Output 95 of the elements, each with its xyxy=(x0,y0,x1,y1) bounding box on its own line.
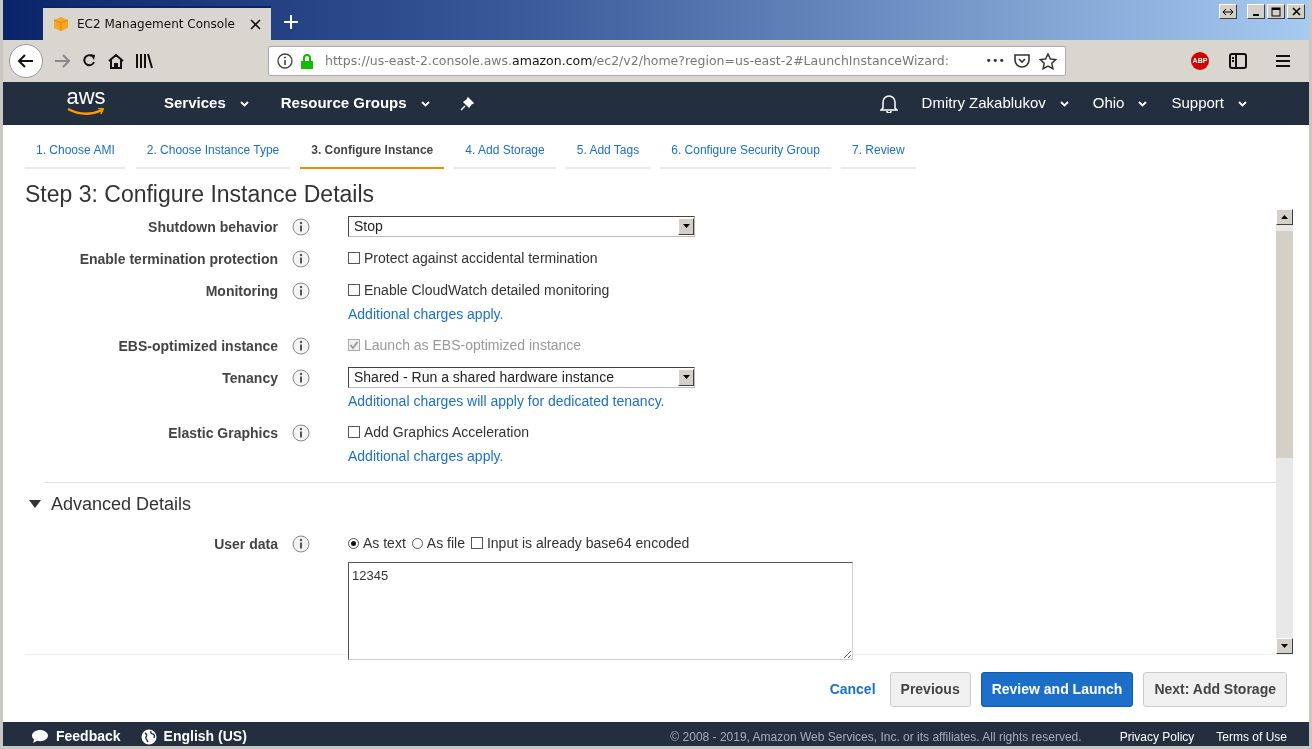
checkbox-label: Enable CloudWatch detailed monitoring xyxy=(364,280,610,300)
field-label: Monitoring xyxy=(204,281,278,301)
caret-icon xyxy=(1059,100,1069,107)
checkbox-label: Launch as EBS-optimized instance xyxy=(364,335,582,355)
field-label: User data xyxy=(213,534,278,554)
more-actions-button[interactable]: ••• xyxy=(985,52,1005,70)
info-icon[interactable] xyxy=(292,336,310,355)
speech-bubble-icon xyxy=(31,729,49,745)
pin-icon[interactable] xyxy=(459,96,474,111)
option-label: Input is already base64 encoded xyxy=(486,533,690,553)
link[interactable]: Additional charges apply. xyxy=(348,303,504,325)
menu-icon[interactable] xyxy=(1275,54,1291,68)
aws-logo[interactable]: aws xyxy=(63,91,109,116)
wizard-tab[interactable]: 4. Add Storage xyxy=(454,135,556,169)
field-label: Shutdown behavior xyxy=(147,217,278,237)
caret-icon xyxy=(1138,100,1148,107)
wizard-tab[interactable]: 2. Choose Instance Type xyxy=(135,135,291,169)
checkbox[interactable] xyxy=(348,252,360,265)
link[interactable]: Additional charges will apply for dedicated tenancy. xyxy=(348,390,665,412)
nav-menu[interactable]: Ohio xyxy=(1092,92,1148,115)
close-icon xyxy=(1291,7,1301,16)
url-text: https://us-east-2.console.aws.amazon.com/ec2/v2/home?region=us-east-2#LaunchInstanceWizard: xyxy=(325,51,950,70)
minimize-button[interactable] xyxy=(1247,4,1265,19)
secondary-button[interactable]: Next: Add Storage xyxy=(1143,672,1287,708)
secondary-button[interactable]: Previous xyxy=(889,672,971,708)
pocket-icon[interactable] xyxy=(1013,53,1031,69)
cancel-link[interactable]: Cancel xyxy=(829,679,876,701)
info-icon[interactable] xyxy=(277,53,293,69)
link[interactable]: Additional charges apply. xyxy=(348,445,504,467)
page-heading: Step 3: Configure Instance Details xyxy=(25,181,376,209)
wizard-tab[interactable]: 3. Configure Instance xyxy=(300,135,445,169)
info-icon[interactable] xyxy=(292,534,310,553)
nav-menu[interactable]: Services xyxy=(164,92,249,115)
resize-button[interactable] xyxy=(1219,4,1237,19)
minimize-icon xyxy=(1253,13,1259,16)
language-selector[interactable]: English (US) xyxy=(140,726,247,746)
radio-dot-icon xyxy=(351,540,356,546)
feedback-button[interactable]: Feedback xyxy=(31,726,121,746)
double-arrow-icon xyxy=(1222,7,1234,16)
arrow-down-icon xyxy=(1281,643,1288,648)
caret-icon xyxy=(239,100,249,107)
back-button[interactable] xyxy=(9,44,43,78)
close-tab-icon[interactable] xyxy=(250,18,261,30)
reload-icon[interactable] xyxy=(81,53,97,69)
arrow-left-icon xyxy=(17,53,35,69)
scrollbar[interactable] xyxy=(1276,208,1293,654)
address-bar[interactable]: https://us-east-2.console.aws.amazon.com/ec2/v2/home?region=us-east-2#LaunchInstanceWizard: ••• xyxy=(268,46,1066,76)
option-label: As file xyxy=(426,533,465,553)
new-tab-icon[interactable] xyxy=(283,14,299,30)
sidebar-icon[interactable] xyxy=(1229,53,1247,69)
copyright-text: © 2008 - 2019, Amazon Web Services, Inc. or its affiliates. All rights reserved. xyxy=(670,728,1082,746)
primary-button[interactable]: Review and Launch xyxy=(980,672,1134,708)
nav-menu[interactable]: Resource Groups xyxy=(280,92,430,115)
caret-icon xyxy=(420,100,430,107)
caret-icon xyxy=(682,224,690,229)
info-icon[interactable] xyxy=(292,249,310,268)
footer-link[interactable]: Privacy Policy xyxy=(1119,727,1195,746)
caret-icon xyxy=(1238,100,1247,107)
arrow-up-icon xyxy=(1281,214,1288,219)
field-label: Elastic Graphics xyxy=(167,423,278,443)
wizard-tab[interactable]: 7. Review xyxy=(840,135,916,169)
footer-link[interactable]: Terms of Use xyxy=(1216,727,1287,746)
checkbox[interactable] xyxy=(470,537,483,550)
lock-icon xyxy=(301,53,313,69)
checkbox[interactable] xyxy=(348,284,360,297)
collapse-toggle-icon[interactable] xyxy=(29,500,41,509)
bell-icon[interactable] xyxy=(879,94,898,113)
info-icon[interactable] xyxy=(292,217,310,236)
checkbox-label: Protect against accidental termination xyxy=(364,248,598,268)
option-label: As text xyxy=(363,533,406,553)
nav-menu[interactable]: Support xyxy=(1171,92,1247,115)
checkbox[interactable] xyxy=(348,426,360,439)
section-title[interactable]: Advanced Details xyxy=(51,490,192,518)
info-icon[interactable] xyxy=(292,281,310,300)
dropdown[interactable]: Shared - Run a shared hardware instance xyxy=(348,366,695,388)
maximize-button[interactable] xyxy=(1267,4,1285,19)
field-label: Enable termination protection xyxy=(78,249,278,269)
nav-menu[interactable]: Dmitry Zakablukov xyxy=(921,92,1069,115)
close-button[interactable] xyxy=(1287,4,1305,19)
text-area[interactable]: 12345 xyxy=(348,561,853,660)
dropdown[interactable]: Stop xyxy=(348,215,695,237)
field-label: Tenancy xyxy=(221,368,278,388)
info-icon[interactable] xyxy=(292,368,310,387)
checkbox-label: Add Graphics Acceleration xyxy=(364,422,529,442)
wizard-tab[interactable]: 6. Configure Security Group xyxy=(660,135,831,169)
wizard-tab[interactable]: 5. Add Tags xyxy=(565,135,651,169)
cube-icon xyxy=(53,16,69,32)
info-icon[interactable] xyxy=(292,423,310,442)
home-icon[interactable] xyxy=(107,53,125,69)
wizard-tab[interactable]: 1. Choose AMI xyxy=(25,135,126,169)
caret-icon xyxy=(682,375,690,380)
library-icon[interactable] xyxy=(135,53,153,69)
field-label: EBS-optimized instance xyxy=(117,336,278,356)
star-icon[interactable] xyxy=(1039,52,1057,70)
maximize-icon xyxy=(1271,6,1281,17)
